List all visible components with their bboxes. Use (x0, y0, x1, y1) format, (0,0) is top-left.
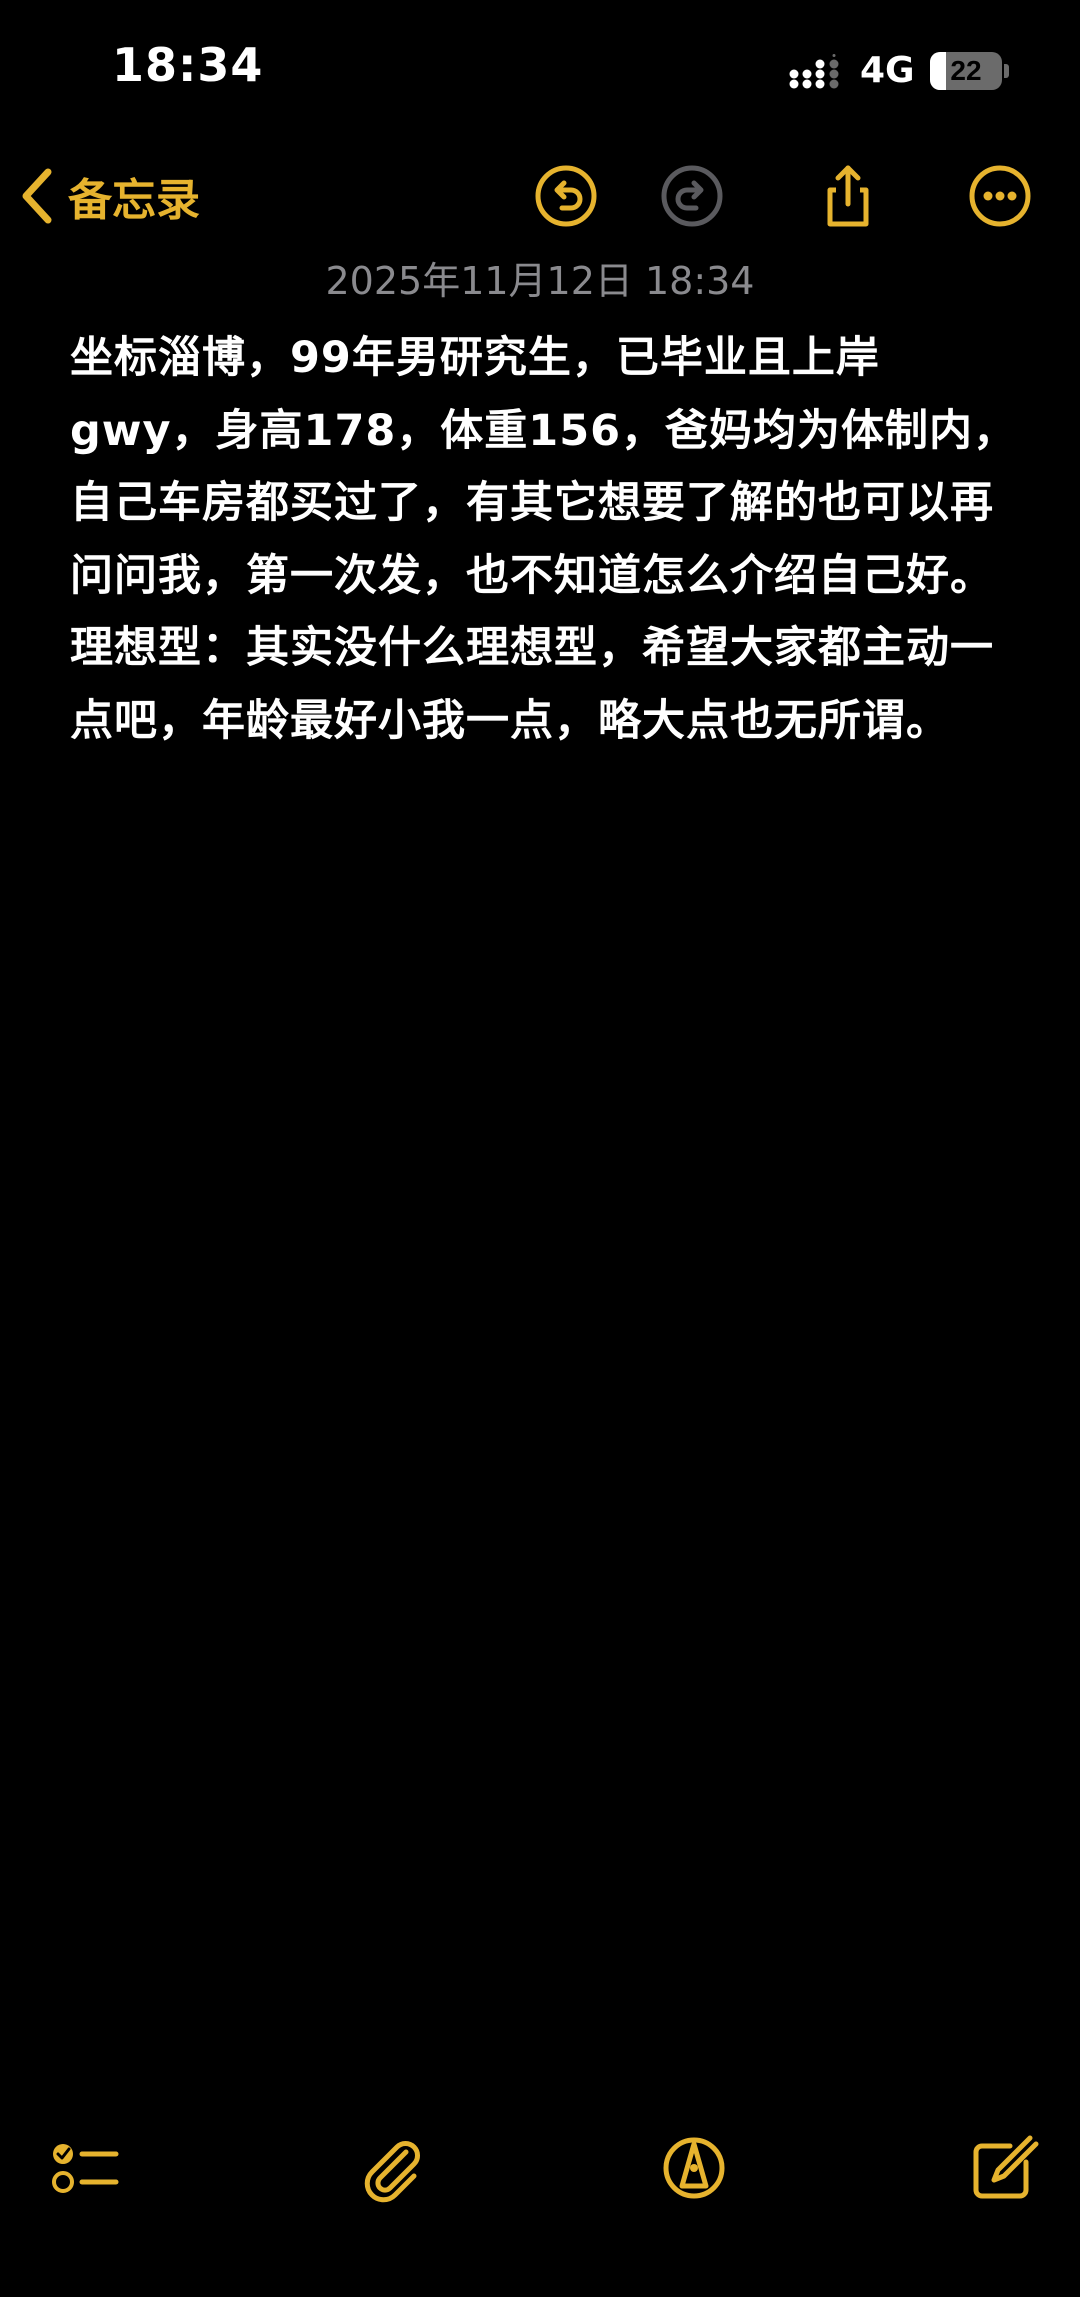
chevron-left-icon (18, 166, 54, 226)
cellular-signal-icon (788, 54, 844, 92)
paperclip-icon (352, 2130, 432, 2210)
bottom-toolbar (0, 2130, 1080, 2230)
battery-tip (1004, 64, 1009, 78)
checklist-icon (46, 2130, 126, 2210)
note-date: 2025年11月12日 18:34 (325, 259, 755, 303)
undo-button[interactable] (530, 160, 602, 232)
battery-icon: 22 (930, 52, 1002, 90)
more-options-button[interactable] (964, 160, 1036, 232)
compose-button[interactable] (962, 2130, 1042, 2210)
note-paragraph: 理想型：其实没什么理想型，希望大家都主动一点吧，年龄最好小我一点，略大点也无所谓… (70, 623, 994, 746)
markup-button[interactable] (654, 2130, 734, 2210)
more-options-icon (964, 160, 1036, 232)
attachment-button[interactable] (352, 2130, 432, 2210)
back-label: 备忘录 (68, 175, 200, 226)
undo-icon (530, 160, 602, 232)
note-paragraph: 坐标淄博，99年男研究生，已毕业且上岸 gwy，身高178，体重156，爸妈均为… (70, 333, 1018, 601)
redo-icon (656, 160, 728, 232)
status-bar: 18:34 4G 22 (0, 0, 1080, 140)
compose-icon (962, 2130, 1042, 2210)
nav-bar: 备忘录 (0, 140, 1080, 250)
share-icon (812, 160, 884, 232)
status-time: 18:34 (112, 38, 264, 92)
checklist-button[interactable] (46, 2130, 126, 2210)
note-body[interactable]: 坐标淄博，99年男研究生，已毕业且上岸 gwy，身高178，体重156，爸妈均为… (70, 322, 1020, 757)
share-button[interactable] (812, 160, 884, 232)
redo-button[interactable] (656, 160, 728, 232)
battery-level: 22 (950, 55, 982, 86)
back-button[interactable]: 备忘录 (18, 158, 200, 234)
markup-pen-icon (654, 2130, 734, 2210)
network-type: 4G (860, 50, 915, 91)
